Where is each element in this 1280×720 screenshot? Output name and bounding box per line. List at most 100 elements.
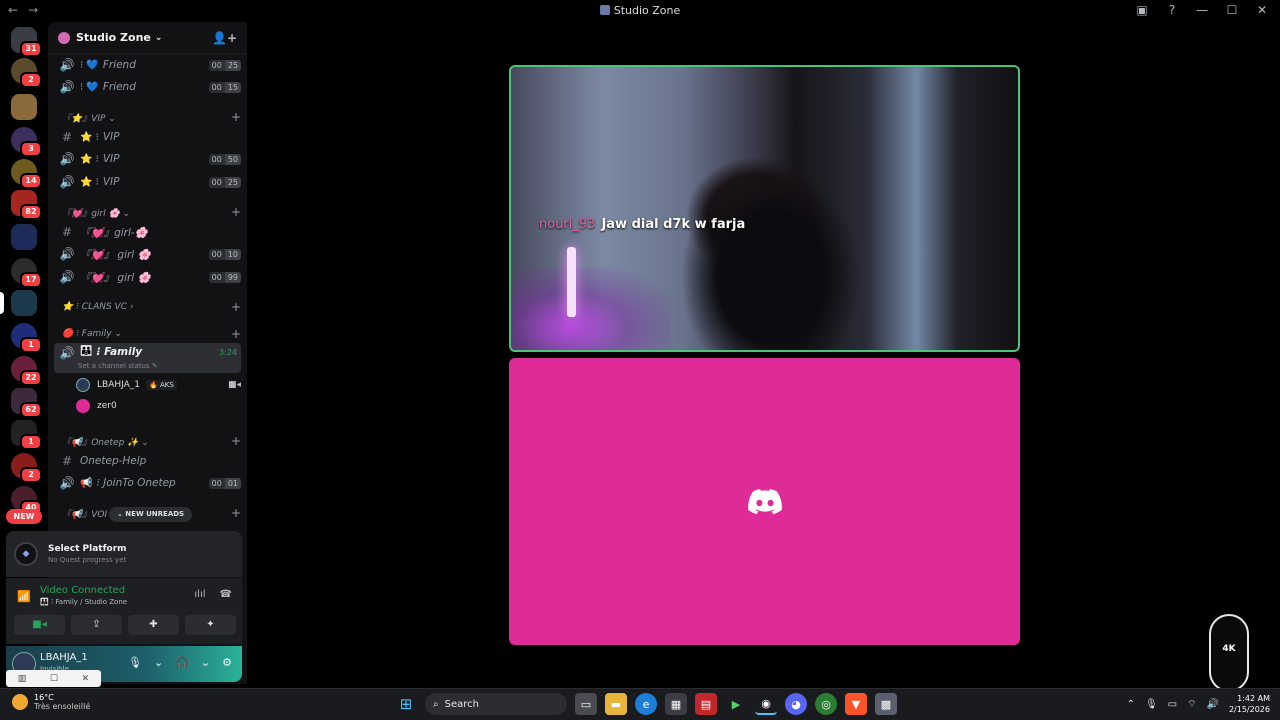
user-limit: 00 01: [208, 477, 241, 489]
set-channel-status-button[interactable]: Set a channel status ✎: [78, 362, 158, 370]
signal-icon[interactable]: 📶: [14, 587, 34, 607]
clock-time: 1:42 AM: [1237, 694, 1270, 703]
voice-channel-vip-2[interactable]: 🔊 ⭐ ⁝ VIP 00 25: [54, 171, 241, 193]
new-unreads-button[interactable]: ⌄ NEW UNREADS: [109, 507, 193, 522]
user-limit: 00 15: [208, 81, 241, 93]
voice-channel-family-active[interactable]: 🔊 👪 ⁝ Family 3:24 Set a channel status ✎: [54, 343, 241, 373]
soundboard-button[interactable]: ✦: [185, 615, 236, 635]
discord-app-icon[interactable]: ◕: [785, 693, 807, 715]
headphones-icon[interactable]: 🎧: [175, 656, 189, 669]
windows-start-icon[interactable]: ⊞: [395, 693, 417, 715]
avatar: [76, 378, 90, 392]
create-channel-button[interactable]: +: [231, 110, 241, 124]
server-icon-3[interactable]: [11, 94, 37, 120]
activities-button[interactable]: ✚: [128, 615, 179, 635]
new-servers-badge[interactable]: NEW: [6, 509, 42, 524]
folder-icon[interactable]: [11, 224, 37, 250]
microphone-icon[interactable]: 🎙: [128, 656, 142, 669]
video-tile-zer0[interactable]: [509, 358, 1020, 645]
edge-icon[interactable]: e: [635, 693, 657, 715]
chrome-icon[interactable]: ◎: [815, 693, 837, 715]
task-view-icon[interactable]: ▭: [575, 693, 597, 715]
voice-user-zer0[interactable]: zer0: [76, 396, 241, 416]
user-name[interactable]: LBAHJA_1: [40, 652, 88, 663]
guild-header[interactable]: Studio Zone ⌄ 👤+: [48, 22, 247, 54]
text-channel-vip[interactable]: # ⭐ ⁝ VIP: [54, 126, 241, 148]
file-explorer-icon[interactable]: ▬: [605, 693, 627, 715]
server-icon-studio-zone[interactable]: [0, 290, 37, 316]
server-icon-12[interactable]: 62: [11, 388, 42, 418]
create-channel-button[interactable]: +: [231, 300, 241, 314]
server-icon-10[interactable]: 1: [11, 323, 42, 353]
display-icon[interactable]: ▭: [1168, 699, 1177, 710]
video-camera-icon: ■◂: [227, 380, 241, 390]
gear-icon[interactable]: ⚙: [222, 656, 232, 669]
text-channel-girl[interactable]: # 『💓』girl-🌸: [54, 221, 241, 243]
voice-user-lbahja[interactable]: LBAHJA_1 🔥 AKS ■◂: [76, 375, 241, 395]
camera-button[interactable]: ■◂: [14, 615, 65, 635]
brave-icon[interactable]: ▼: [845, 693, 867, 715]
weather-widget[interactable]: 16°C Très ensoleillé: [12, 693, 90, 711]
inbox-icon[interactable]: ▣: [1134, 3, 1150, 17]
network-icon[interactable]: ⌔: [1187, 698, 1196, 711]
close-icon[interactable]: ✕: [82, 674, 90, 684]
voice-channel-girl-2[interactable]: 🔊 『💓』 girl 🌸 00 99: [54, 266, 241, 288]
channel-name: Friend: [102, 59, 136, 71]
server-icon-4[interactable]: 3: [11, 127, 42, 157]
voice-channel-vip-1[interactable]: 🔊 ⭐ ⁝ VIP 00 50: [54, 148, 241, 170]
noise-suppression-icon[interactable]: ılıl: [194, 589, 205, 600]
create-channel-button[interactable]: +: [231, 506, 241, 520]
app-icon-gray[interactable]: ▩: [875, 693, 897, 715]
create-channel-button[interactable]: +: [231, 434, 241, 448]
category-vip[interactable]: 『⭐』VIP ⌄ +: [54, 108, 241, 126]
snap-icon[interactable]: ▥: [18, 674, 27, 684]
temperature: 16°C: [34, 693, 54, 702]
discord-taskbar-icon[interactable]: ◉: [755, 693, 777, 715]
category-clans-vc[interactable]: ⭐ ⁝ CLANS VC › +: [54, 298, 241, 316]
server-icon-5[interactable]: 14: [11, 159, 42, 189]
chevron-down-icon[interactable]: ⌄: [201, 656, 210, 669]
maximize-button[interactable]: ☐: [1224, 3, 1240, 17]
create-channel-button[interactable]: +: [231, 327, 241, 341]
voice-channel-path[interactable]: 👪 ⁝ Family / Studio Zone: [40, 598, 127, 606]
mention-badge: 17: [20, 272, 42, 288]
voice-channel-friend-1[interactable]: 🔊 ⁝ 💙 Friend 00 25: [54, 54, 241, 76]
text-channel-onetep-help[interactable]: # Onetep-Help: [54, 450, 241, 472]
close-button[interactable]: ✕: [1254, 3, 1270, 17]
taskbar-search[interactable]: ⌕ Search: [425, 693, 567, 715]
add-member-icon[interactable]: 👤+: [212, 31, 237, 45]
quest-panel[interactable]: ◆ Select Platform No Quest progress yet: [6, 531, 242, 577]
disconnect-icon[interactable]: ☎: [220, 589, 232, 600]
chevron-up-icon[interactable]: ⌃: [1127, 699, 1135, 710]
mention-badge: 3: [20, 141, 42, 157]
server-icon-8[interactable]: 17: [11, 258, 42, 288]
video-tile-lbahja[interactable]: nouri_93 Jaw dial d7k w farja: [509, 65, 1020, 352]
clock[interactable]: 1:42 AM 2/15/2026: [1229, 693, 1270, 715]
search-label: Search: [444, 698, 479, 710]
screen-share-button[interactable]: ⇪: [71, 615, 122, 635]
category-onetep[interactable]: 『📢』Onetep ✨ ⌄ +: [54, 432, 241, 450]
help-button[interactable]: ?: [1164, 3, 1180, 17]
category-label: 『📢』Onetep ✨ ⌄: [62, 437, 149, 448]
app-icon-red[interactable]: ▤: [695, 693, 717, 715]
minimize-button[interactable]: —: [1194, 3, 1210, 17]
category-girl[interactable]: 『💓』girl 🌸 ⌄ +: [54, 203, 241, 221]
store-icon[interactable]: ▦: [665, 693, 687, 715]
voice-channel-join-onetep[interactable]: 🔊 📢 ⁝ JoinTo Onetep 00 01: [54, 472, 241, 494]
server-icon-11[interactable]: 22: [11, 356, 42, 386]
server-icon-2[interactable]: 2: [11, 58, 42, 88]
channel-name: Onetep-Help: [80, 455, 147, 467]
play-icon[interactable]: ▶: [725, 693, 747, 715]
voice-channel-friend-2[interactable]: 🔊 ⁝ 💙 Friend 00 15: [54, 76, 241, 98]
chevron-down-icon[interactable]: ⌄: [154, 656, 163, 669]
server-icon-14[interactable]: 2: [11, 453, 42, 483]
voice-channel-girl-1[interactable]: 🔊 『💓』 girl 🌸 00 10: [54, 243, 241, 265]
server-icon-6[interactable]: 82: [11, 190, 42, 220]
microphone-tray-icon[interactable]: 🎙: [1145, 699, 1158, 710]
volume-icon[interactable]: 🔊: [1207, 699, 1219, 710]
home-button[interactable]: 31: [11, 27, 42, 57]
category-family[interactable]: 🔴 ⁝ Family ⌄ +: [54, 325, 241, 343]
server-icon-13[interactable]: 1: [11, 420, 42, 450]
maximize-icon[interactable]: ☐: [50, 674, 58, 684]
create-channel-button[interactable]: +: [231, 205, 241, 219]
